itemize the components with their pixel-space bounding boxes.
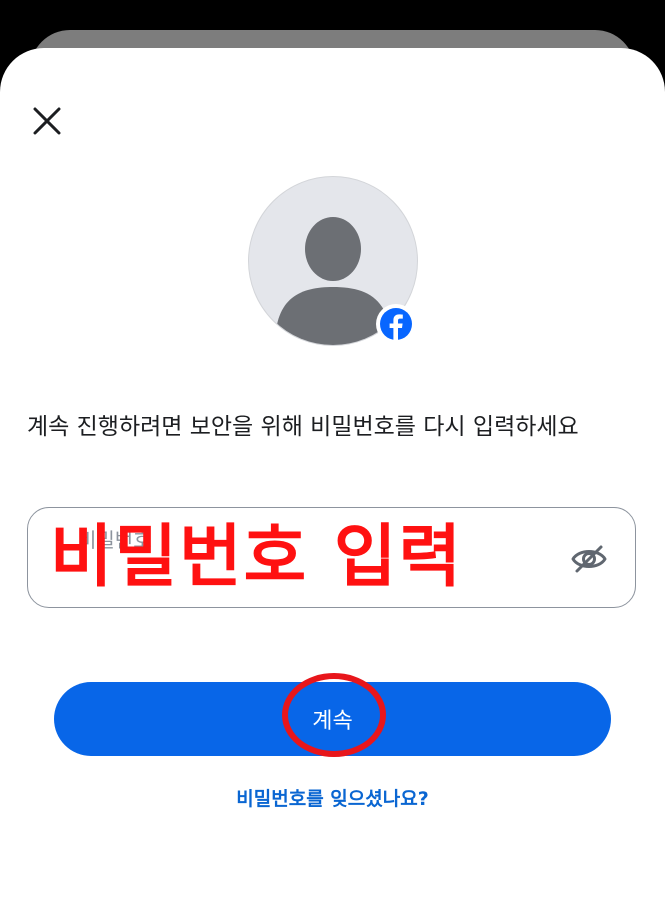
password-field[interactable]: 비밀번호 비밀번호 입력	[27, 507, 636, 608]
reauth-sheet: 계속 진행하려면 보안을 위해 비밀번호를 다시 입력하세요 비밀번호 비밀번호…	[0, 48, 665, 903]
profile-avatar	[248, 176, 418, 346]
password-annotation-overlay: 비밀번호 입력	[50, 518, 464, 597]
forgot-password-link[interactable]: 비밀번호를 잊으셨나요?	[0, 784, 665, 811]
reauth-prompt: 계속 진행하려면 보안을 위해 비밀번호를 다시 입력하세요	[27, 414, 579, 440]
continue-button-label: 계속	[312, 709, 353, 734]
facebook-icon	[380, 308, 412, 340]
eye-off-icon	[571, 545, 607, 573]
close-button[interactable]	[24, 98, 70, 144]
show-password-toggle[interactable]	[568, 538, 610, 580]
facebook-badge	[376, 304, 416, 344]
close-icon	[33, 107, 61, 135]
continue-button[interactable]: 계속	[54, 682, 611, 756]
